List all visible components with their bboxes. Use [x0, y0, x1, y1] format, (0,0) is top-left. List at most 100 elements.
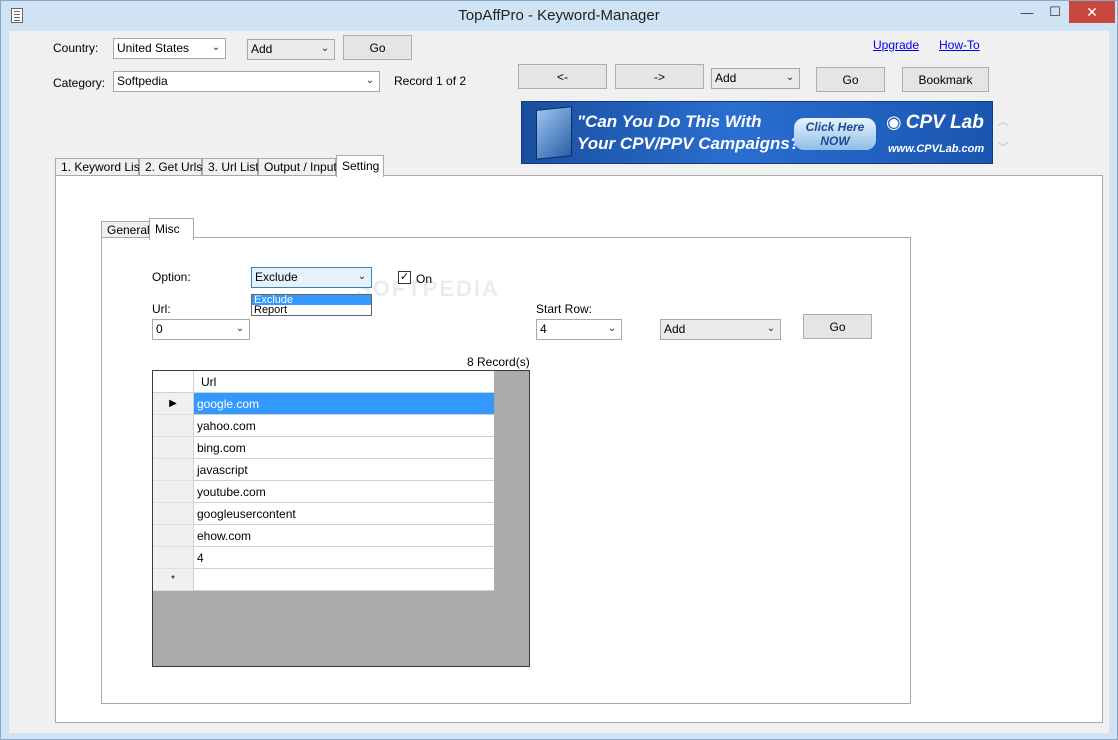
go-button[interactable]: Go	[343, 35, 412, 60]
window-title: TopAffPro - Keyword-Manager	[458, 7, 660, 24]
record-go-button[interactable]: Go	[816, 67, 885, 92]
option-choice-report[interactable]: Report	[252, 305, 371, 316]
row-header-new-icon[interactable]: *	[153, 569, 194, 591]
misc-action-select[interactable]: Add ⌄	[660, 319, 781, 340]
record-counter: Record 1 of 2	[394, 74, 467, 88]
grid-cell-new[interactable]	[194, 569, 494, 591]
banner-headline-1: "Can You Do This With	[577, 112, 762, 131]
country-action-value: Add	[251, 42, 273, 56]
category-value: Softpedia	[117, 74, 168, 88]
row-header[interactable]	[153, 437, 194, 459]
banner-scrollbar[interactable]: ︿ ﹀	[995, 101, 1011, 164]
chevron-down-icon: ⌄	[235, 323, 245, 334]
product-box-image	[536, 106, 572, 160]
banner-logo-text: CPV Lab	[905, 112, 984, 133]
chevron-down-icon: ⌄	[365, 75, 375, 86]
title-bar[interactable]: TopAffPro - Keyword-Manager — ☐ ✕	[1, 1, 1117, 31]
category-select[interactable]: Softpedia ⌄	[113, 71, 380, 92]
banner-url: www.CPVLab.com	[888, 143, 985, 155]
table-row[interactable]: yahoo.com	[153, 415, 494, 437]
start-row-label: Start Row:	[536, 302, 593, 316]
country-action-select[interactable]: Add ⌄	[247, 39, 335, 60]
grid-cell[interactable]: ehow.com	[194, 525, 494, 547]
misc-action-value: Add	[664, 322, 686, 336]
grid-cell[interactable]: javascript	[194, 459, 494, 481]
banner-cta[interactable]: Click Here NOW	[794, 118, 876, 150]
table-row[interactable]: youtube.com	[153, 481, 494, 503]
chevron-up-icon[interactable]: ︿	[995, 113, 1011, 129]
row-header[interactable]	[153, 503, 194, 525]
tab-url-list[interactable]: 3. Url List	[202, 158, 259, 176]
grid-corner[interactable]	[153, 371, 194, 393]
app-window: TopAffPro - Keyword-Manager — ☐ ✕ Countr…	[0, 0, 1118, 740]
chevron-down-icon: ⌄	[320, 43, 330, 54]
maximize-button[interactable]: ☐	[1041, 1, 1069, 23]
option-dropdown-list[interactable]: Exclude Report	[251, 294, 372, 316]
country-value: United States	[117, 41, 190, 55]
row-header[interactable]	[153, 415, 194, 437]
grid-column-header-url[interactable]: Url	[194, 371, 494, 393]
tab-setting[interactable]: Setting	[336, 155, 384, 177]
next-button[interactable]: ->	[615, 64, 704, 89]
chevron-down-icon: ⌄	[785, 72, 795, 83]
url-grid[interactable]: Url ▶ google.com yahoo.com bing.com java…	[152, 370, 530, 667]
grid-cell[interactable]: googleusercontent	[194, 503, 494, 525]
row-header-current-icon[interactable]: ▶	[153, 393, 194, 415]
minimize-button[interactable]: —	[1013, 1, 1041, 23]
table-row[interactable]: ehow.com	[153, 525, 494, 547]
row-header[interactable]	[153, 459, 194, 481]
misc-go-button[interactable]: Go	[803, 314, 872, 339]
on-checkbox[interactable]: ✓	[398, 271, 411, 284]
prev-button[interactable]: <-	[518, 64, 607, 89]
record-count: 8 Record(s)	[467, 355, 530, 369]
grid-cell[interactable]: bing.com	[194, 437, 494, 459]
tab-output-input[interactable]: Output / Input	[258, 158, 337, 176]
tab-misc[interactable]: Misc	[149, 218, 194, 240]
start-row-value: 4	[540, 322, 547, 336]
row-header[interactable]	[153, 525, 194, 547]
bookmark-button[interactable]: Bookmark	[902, 67, 989, 92]
url-label: Url:	[152, 302, 171, 316]
table-row[interactable]: javascript	[153, 459, 494, 481]
url-value: 0	[156, 322, 163, 336]
eye-icon: ◉	[886, 112, 902, 132]
option-value: Exclude	[255, 270, 298, 284]
banner-cta-line1: Click Here	[805, 120, 865, 134]
option-label: Option:	[152, 270, 191, 284]
row-header[interactable]	[153, 481, 194, 503]
start-row-select[interactable]: 4 ⌄	[536, 319, 622, 340]
row-header[interactable]	[153, 547, 194, 569]
url-select[interactable]: 0 ⌄	[152, 319, 250, 340]
chevron-down-icon: ⌄	[607, 323, 617, 334]
upgrade-link[interactable]: Upgrade	[873, 38, 919, 52]
chevron-down-icon: ⌄	[357, 271, 367, 282]
tab-get-urls[interactable]: 2. Get Urls	[139, 158, 202, 176]
ad-banner[interactable]: "Can You Do This With Your CPV/PPV Campa…	[521, 101, 993, 164]
table-row[interactable]: googleusercontent	[153, 503, 494, 525]
country-select[interactable]: United States ⌄	[113, 38, 226, 59]
table-row[interactable]: 4	[153, 547, 494, 569]
close-button[interactable]: ✕	[1069, 1, 1115, 23]
banner-logo: ◉ CPV Lab	[886, 112, 984, 134]
option-select[interactable]: Exclude ⌄	[251, 267, 372, 288]
new-row[interactable]: *	[153, 569, 494, 591]
grid-cell[interactable]: 4	[194, 547, 494, 569]
chevron-down-icon: ⌄	[211, 42, 221, 53]
chevron-down-icon[interactable]: ﹀	[995, 139, 1011, 155]
client-area: Country: United States ⌄ Add ⌄ Go Upgrad…	[9, 31, 1109, 733]
on-label: On	[416, 272, 433, 286]
grid-cell[interactable]: google.com	[194, 393, 494, 415]
banner-headline-2: Your CPV/PPV Campaigns?"	[577, 134, 809, 153]
tab-keyword-list[interactable]: 1. Keyword List	[55, 158, 143, 176]
country-label: Country:	[53, 41, 99, 55]
record-action-select[interactable]: Add ⌄	[711, 68, 800, 89]
chevron-down-icon: ⌄	[766, 323, 776, 334]
setting-panel: General Misc SOFTPEDIA Option: Exclude ⌄…	[55, 175, 1103, 723]
grid-cell[interactable]: youtube.com	[194, 481, 494, 503]
grid-cell[interactable]: yahoo.com	[194, 415, 494, 437]
banner-cta-line2: NOW	[820, 134, 850, 148]
howto-link[interactable]: How-To	[939, 38, 980, 52]
table-row[interactable]: bing.com	[153, 437, 494, 459]
category-label: Category:	[53, 76, 106, 90]
table-row[interactable]: ▶ google.com	[153, 393, 494, 415]
